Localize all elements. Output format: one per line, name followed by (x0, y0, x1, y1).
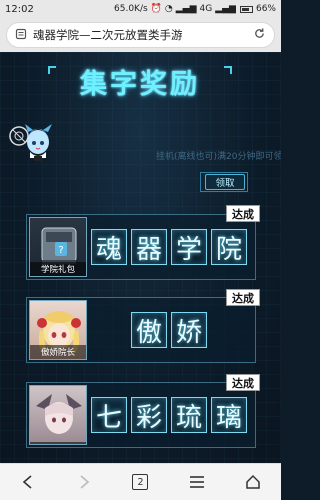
url-field[interactable]: 魂器学院—二次元放置类手游 (6, 22, 275, 48)
reward-row: 七 彩 琉 璃 (26, 382, 256, 448)
reward-char: 傲 (131, 312, 167, 348)
reward-row: 傲娇院长 傲 娇 (26, 297, 256, 363)
reward-char: 院 (211, 229, 247, 265)
page-icon (15, 28, 27, 43)
bottom-nav: 2 (0, 463, 281, 500)
menu-icon (189, 476, 204, 488)
reward-item-image (29, 385, 87, 445)
signal-icon-2: ▂▄▆ (215, 4, 236, 14)
banner-corner-left (48, 66, 56, 74)
reward-char: 魂 (91, 229, 127, 265)
reward-char: 璃 (211, 397, 247, 433)
reward-char: 彩 (131, 397, 167, 433)
mascot-image (6, 114, 58, 162)
reward-char: 器 (131, 229, 167, 265)
game-canvas: 集字奖励 挂机(离线也可)满20分钟即可领 领取 ? 学院礼包 魂 器 学 院 … (0, 52, 281, 463)
reward-item-label: 傲娇院长 (30, 345, 86, 359)
character-portrait-icon (36, 394, 82, 434)
reward-chars: 七 彩 琉 璃 (91, 397, 247, 433)
network-type: 4G (199, 4, 213, 14)
reward-item-label: 学院礼包 (30, 262, 86, 276)
status-badge[interactable]: 达成 (226, 289, 260, 306)
back-button[interactable] (8, 467, 48, 497)
menu-button[interactable] (177, 467, 217, 497)
net-speed: 65.0K/s (114, 4, 148, 14)
status-badge[interactable]: 达成 (226, 205, 260, 222)
reward-char: 学 (171, 229, 207, 265)
status-indicators: 65.0K/s ⏰ ◔ ▂▄▆ 4G ▂▄▆ 66% (114, 4, 276, 14)
status-bar: 12:02 65.0K/s ⏰ ◔ ▂▄▆ 4G ▂▄▆ 66% (0, 0, 281, 18)
reward-chars: 魂 器 学 院 (91, 229, 247, 265)
reward-char: 娇 (171, 312, 207, 348)
home-icon (246, 474, 260, 489)
status-time: 12:02 (5, 3, 34, 15)
tabs-button[interactable]: 2 (120, 467, 160, 497)
reward-item-image: 傲娇院长 (29, 300, 87, 360)
reload-icon[interactable] (253, 27, 266, 43)
reward-item-label (30, 442, 86, 444)
reward-char: 琉 (171, 397, 207, 433)
battery-level: 66% (255, 4, 276, 14)
signal-icon: ▂▄▆ (175, 4, 197, 14)
status-badge[interactable]: 达成 (226, 374, 260, 391)
back-arrow-icon (22, 475, 32, 489)
reward-chars: 傲 娇 (131, 312, 207, 348)
banner: 集字奖励 (40, 60, 240, 102)
notice-text: 挂机(离线也可)满20分钟即可领 (156, 152, 281, 162)
forward-arrow-icon (80, 475, 90, 489)
forward-button[interactable] (64, 467, 104, 497)
alarm-icon: ⏰ (150, 4, 162, 14)
address-bar: 魂器学院—二次元放置类手游 (0, 18, 281, 52)
svg-text:?: ? (58, 245, 63, 256)
banner-title: 集字奖励 (80, 68, 200, 100)
wifi-icon: ◔ (164, 4, 173, 14)
battery-icon (239, 5, 253, 13)
page-title: 魂器学院—二次元放置类手游 (33, 28, 183, 42)
home-button[interactable] (233, 467, 273, 497)
reward-item-image: ? 学院礼包 (29, 217, 87, 277)
tab-count: 2 (132, 474, 149, 490)
reward-row: ? 学院礼包 魂 器 学 院 (26, 214, 256, 280)
banner-corner-right (224, 66, 232, 74)
receive-button[interactable]: 领取 (205, 174, 245, 190)
reward-char: 七 (91, 397, 127, 433)
